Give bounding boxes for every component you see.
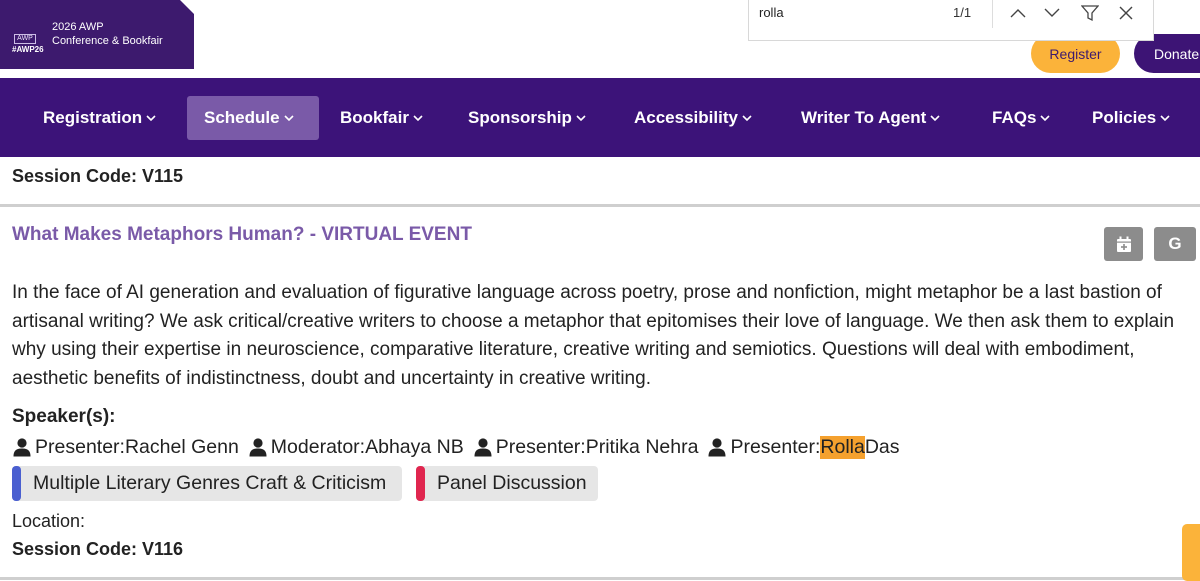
nav-bookfair-label: Bookfair <box>340 108 409 127</box>
nav-bookfair[interactable]: Bookfair <box>340 96 423 140</box>
chevron-down-icon <box>930 115 940 122</box>
find-match-count: 1/1 <box>953 5 972 20</box>
person-icon <box>474 438 492 457</box>
find-match-highlight: Rolla <box>820 435 865 459</box>
genre-tag-label: Multiple Literary Genres Craft & Critici… <box>33 472 387 494</box>
nav-policies-label: Policies <box>1092 108 1157 127</box>
chevron-down-icon <box>576 115 586 122</box>
nav-registration[interactable]: Registration <box>43 96 156 140</box>
nav-sponsorship-label: Sponsorship <box>468 108 572 127</box>
person-icon <box>708 438 726 457</box>
logo-hashtag: #AWP26 <box>12 45 44 54</box>
logo-title-year: 2026 AWP <box>52 21 104 33</box>
next-session-code: Session Code: V116 <box>12 539 184 559</box>
close-icon[interactable] <box>1115 2 1137 24</box>
speakers-label: Speaker(s): <box>12 406 116 427</box>
filter-icon[interactable] <box>1079 2 1101 24</box>
chevron-down-icon <box>1040 115 1050 122</box>
google-calendar-button[interactable]: G <box>1154 227 1196 261</box>
format-tag[interactable]: Panel Discussion <box>416 466 598 501</box>
previous-session-code: Session Code: V115 <box>12 166 184 186</box>
logo-title-event: Conference & Bookfair <box>52 35 163 47</box>
speaker-name: Rachel Genn <box>124 435 239 458</box>
chevron-down-icon <box>284 115 294 122</box>
speaker-name: Abhaya NB <box>365 435 464 458</box>
previous-match-icon[interactable] <box>1007 2 1029 24</box>
speaker-list: Presenter: Rachel Genn Moderator: Abhaya… <box>12 434 909 460</box>
nav-registration-label: Registration <box>43 108 143 127</box>
nav-writer-to-agent[interactable]: Writer To Agent <box>801 96 940 140</box>
next-match-icon[interactable] <box>1041 2 1063 24</box>
session-divider <box>0 204 1200 207</box>
logo-corner-fold <box>180 0 194 14</box>
nav-writer-to-agent-label: Writer To Agent <box>801 108 927 127</box>
chevron-down-icon <box>742 115 752 122</box>
find-in-page-bar: rolla 1/1 <box>748 0 1154 41</box>
find-separator <box>992 0 993 28</box>
format-tag-label: Panel Discussion <box>437 472 587 494</box>
nav-schedule[interactable]: Schedule <box>187 96 319 140</box>
find-query-input[interactable]: rolla <box>759 5 784 20</box>
speaker-role: Presenter: <box>730 435 821 458</box>
genre-tag-color-bar <box>12 466 21 501</box>
nav-faqs[interactable]: FAQs <box>992 96 1050 140</box>
chevron-down-icon <box>1160 115 1170 122</box>
session-divider <box>0 577 1200 580</box>
logo-mark: AWP <box>14 34 36 44</box>
speaker-role: Presenter: <box>495 435 586 458</box>
nav-accessibility[interactable]: Accessibility <box>634 96 752 140</box>
person-icon <box>13 438 31 457</box>
speaker-item: Presenter: Rolla Das <box>707 435 900 459</box>
nav-accessibility-label: Accessibility <box>634 108 738 127</box>
person-icon <box>249 438 267 457</box>
add-to-calendar-button[interactable] <box>1104 227 1143 261</box>
speaker-item: Moderator: Abhaya NB <box>248 436 464 459</box>
nav-schedule-label: Schedule <box>204 108 280 127</box>
speaker-item: Presenter: Rachel Genn <box>12 436 239 459</box>
chevron-down-icon <box>413 115 423 122</box>
nav-policies[interactable]: Policies <box>1092 96 1170 140</box>
genre-tag[interactable]: Multiple Literary Genres Craft & Critici… <box>12 466 402 501</box>
calendar-add-icon <box>1116 236 1131 252</box>
main-navigation: Registration Schedule Bookfair Sponsorsh… <box>0 78 1200 157</box>
format-tag-color-bar <box>416 466 425 501</box>
session-description: In the face of AI generation and evaluat… <box>12 282 1175 389</box>
feedback-side-tab[interactable] <box>1182 524 1200 581</box>
nav-faqs-label: FAQs <box>992 108 1037 127</box>
speaker-name: Pritika Nehra <box>585 435 699 458</box>
nav-sponsorship[interactable]: Sponsorship <box>468 96 586 140</box>
speaker-role: Moderator: <box>270 435 366 458</box>
location-label: Location: <box>12 511 86 531</box>
speaker-name-rest: Das <box>864 435 900 458</box>
chevron-down-icon <box>146 115 156 122</box>
session-title[interactable]: What Makes Metaphors Human? - VIRTUAL EV… <box>12 224 472 246</box>
awp-logo[interactable]: AWP #AWP26 2026 AWP Conference & Bookfai… <box>0 0 194 69</box>
speaker-item: Presenter: Pritika Nehra <box>473 435 699 459</box>
speaker-role: Presenter: <box>35 435 125 458</box>
